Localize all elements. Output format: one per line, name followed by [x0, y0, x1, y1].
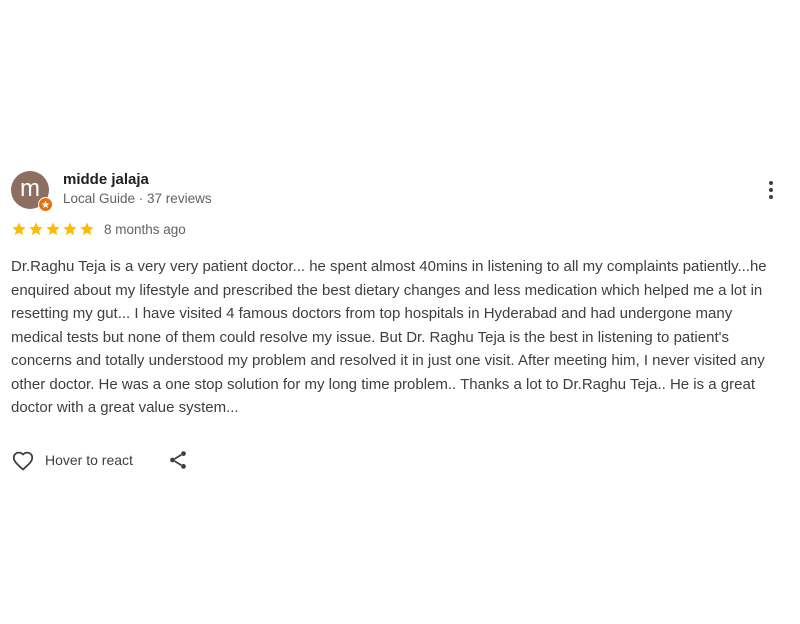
star-icon — [46, 222, 60, 236]
review-actions: Hover to react — [11, 446, 789, 474]
more-vertical-icon-dot — [769, 195, 773, 199]
star-icon — [12, 222, 26, 236]
author-name[interactable]: midde jalaja — [63, 171, 212, 189]
avatar[interactable]: m — [11, 171, 53, 212]
more-options-button[interactable] — [761, 176, 781, 204]
review-card: m midde jalaja Local Guide · 37 reviews … — [11, 170, 789, 474]
star-icon — [80, 222, 94, 236]
page: m midde jalaja Local Guide · 37 reviews … — [0, 0, 800, 624]
rating-row: 8 months ago — [11, 220, 789, 238]
avatar-letter: m — [20, 175, 40, 202]
star-icon — [29, 222, 43, 236]
review-text: Dr.Raghu Teja is a very very patient doc… — [11, 258, 767, 416]
share-icon — [170, 450, 186, 469]
share-button[interactable] — [167, 449, 189, 471]
star-rating — [11, 221, 95, 237]
review-date: 8 months ago — [104, 221, 186, 237]
more-vertical-icon — [769, 181, 773, 185]
author-info: midde jalaja Local Guide · 37 reviews — [63, 171, 212, 208]
heart-outline-icon — [12, 451, 34, 470]
react-button[interactable]: Hover to react — [11, 449, 133, 471]
local-guide-star-icon — [38, 197, 53, 212]
author-meta: Local Guide · 37 reviews — [63, 191, 212, 206]
more-vertical-icon-dot — [769, 188, 773, 192]
review-header: m midde jalaja Local Guide · 37 reviews — [11, 170, 789, 212]
react-label: Hover to react — [45, 451, 133, 468]
star-icon — [63, 222, 77, 236]
